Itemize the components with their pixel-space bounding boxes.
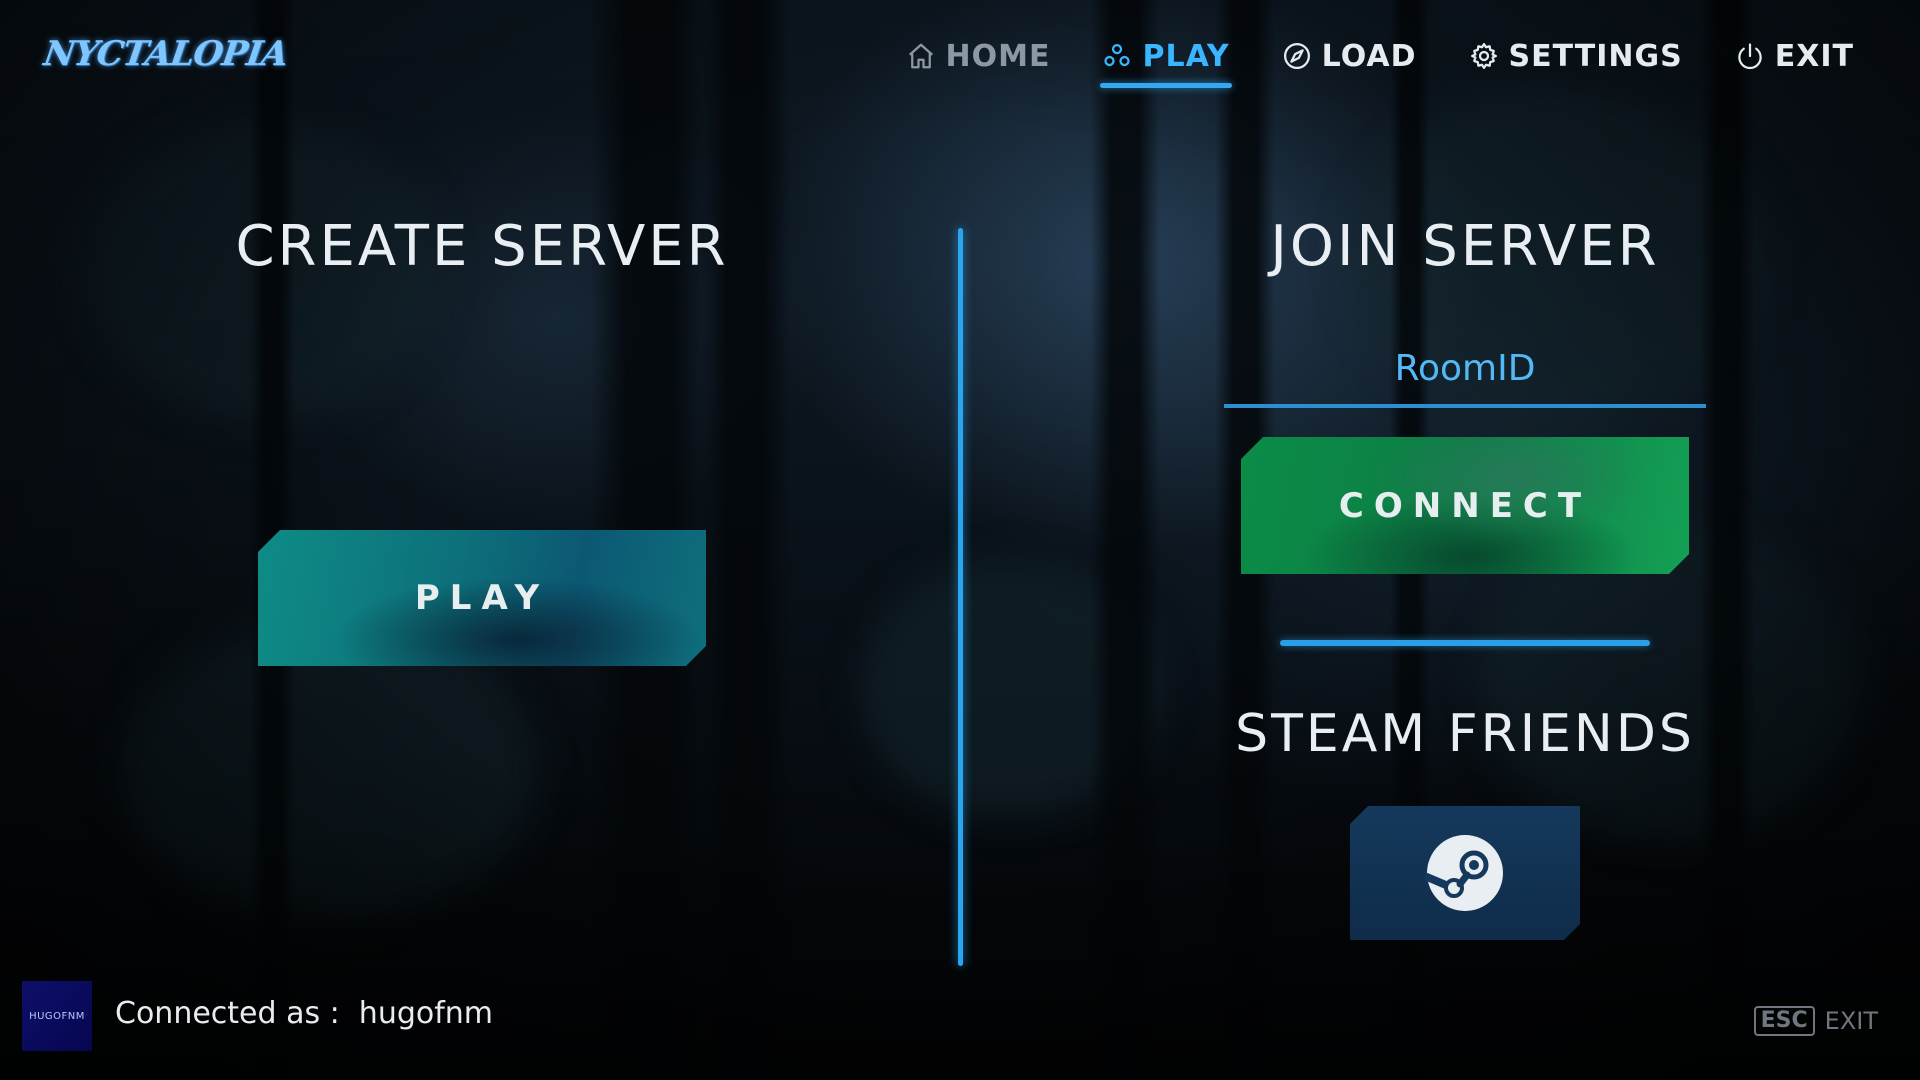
- nav-exit[interactable]: EXIT: [1709, 34, 1880, 78]
- esc-key: ESC: [1753, 1006, 1815, 1036]
- nav-exit-label: EXIT: [1774, 38, 1854, 74]
- nav-play[interactable]: PLAY: [1076, 34, 1255, 88]
- create-server-title: CREATE SERVER: [235, 214, 729, 279]
- game-logo: NYCTALOPIA: [41, 34, 290, 74]
- nav-load[interactable]: LOAD: [1256, 34, 1443, 78]
- compass-icon: [1283, 43, 1310, 69]
- power-icon: [1738, 43, 1762, 70]
- nav-home-label: HOME: [945, 38, 1051, 74]
- group-icon: [1104, 43, 1131, 67]
- join-separator: [1280, 640, 1650, 646]
- steam-friends-button[interactable]: [1350, 806, 1580, 940]
- steam-friends-title: STEAM FRIENDS: [1235, 704, 1695, 764]
- esc-exit-label: EXIT: [1824, 1007, 1878, 1035]
- gear-icon: [1470, 43, 1497, 69]
- home-icon: [908, 43, 933, 69]
- nav-home[interactable]: HOME: [880, 34, 1077, 78]
- play-button[interactable]: PLAY: [258, 530, 706, 666]
- steam-icon: [1425, 833, 1505, 913]
- esc-exit-hint[interactable]: ESC EXIT: [1753, 1006, 1878, 1036]
- connect-button-label: CONNECT: [1338, 485, 1592, 526]
- room-id-input[interactable]: [1224, 336, 1706, 400]
- nav-play-label: PLAY: [1142, 38, 1230, 74]
- play-button-label: PLAY: [414, 578, 550, 618]
- nav-settings-label: SETTINGS: [1508, 38, 1683, 74]
- nav-settings[interactable]: SETTINGS: [1443, 34, 1709, 78]
- avatar-label: HUGOFNM: [29, 1010, 85, 1022]
- avatar: HUGOFNM: [22, 981, 92, 1051]
- connected-status: Connected as : hugofnm: [115, 996, 494, 1031]
- vertical-divider: [958, 228, 963, 966]
- nav-load-label: LOAD: [1321, 38, 1417, 74]
- top-nav: HOME PLAY LOAD SETTINGS EXIT: [880, 34, 1881, 88]
- room-id-underline: [1224, 404, 1706, 408]
- room-id-field: [1224, 336, 1706, 408]
- join-server-title: JOIN SERVER: [1270, 214, 1660, 279]
- connect-button[interactable]: CONNECT: [1241, 437, 1689, 574]
